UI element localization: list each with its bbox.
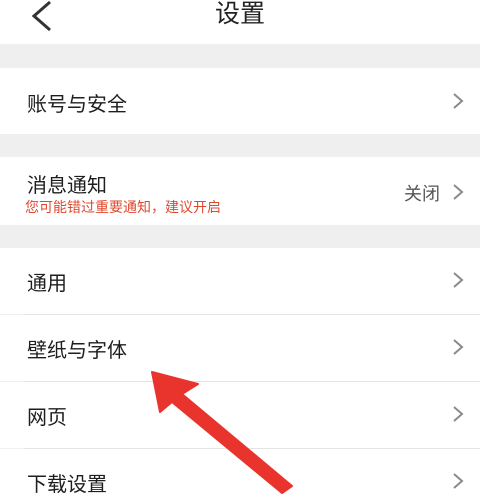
settings-item-label: 网页 (27, 405, 67, 429)
notification-status-value: 关闭 (404, 184, 440, 205)
settings-item-label: 账号与安全 (27, 92, 127, 116)
chevron-right-icon (453, 272, 464, 288)
notification-warning-text: 您可能错过重要通知，建议开启 (25, 200, 221, 216)
settings-item-label: 通用 (27, 271, 67, 295)
settings-item-general[interactable]: 通用 (0, 248, 480, 314)
settings-item-wallpaper-font[interactable]: 壁纸与字体 (0, 315, 480, 381)
chevron-right-icon (453, 184, 464, 200)
settings-item-label: 下载设置 (27, 472, 107, 496)
settings-item-download[interactable]: 下载设置 (0, 449, 480, 498)
settings-item-label: 消息通知 (27, 173, 107, 197)
page-title: 设置 (214, 0, 265, 28)
settings-item-notifications[interactable]: 消息通知 您可能错过重要通知，建议开启 关闭 (0, 157, 480, 225)
chevron-right-icon (453, 93, 464, 109)
chevron-right-icon (453, 406, 464, 422)
chevron-right-icon (453, 473, 464, 489)
header-bar: 设置 (0, 0, 480, 44)
chevron-right-icon (453, 339, 464, 355)
settings-item-webpage[interactable]: 网页 (0, 382, 480, 448)
settings-item-account-security[interactable]: 账号与安全 (0, 68, 480, 134)
settings-page: 设置 账号与安全 消息通知 您可能错过重要通知，建议开启 关闭 通用 壁纸与字体… (0, 0, 480, 498)
settings-item-label: 壁纸与字体 (27, 338, 127, 362)
